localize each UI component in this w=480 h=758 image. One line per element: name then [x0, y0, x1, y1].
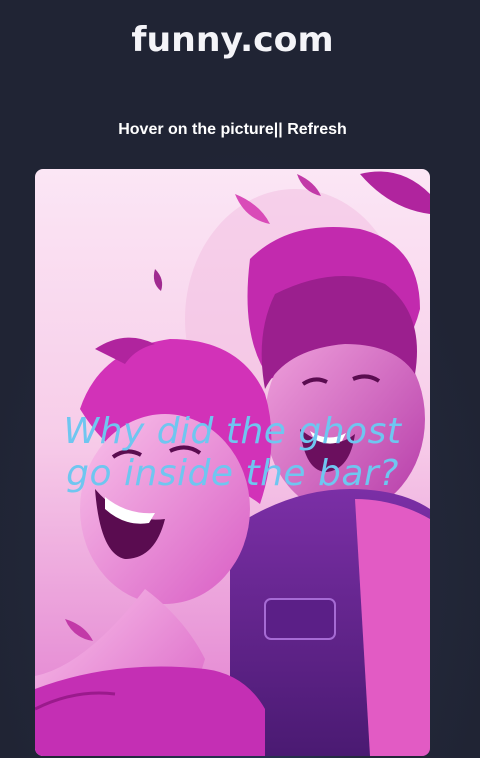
- refresh-link[interactable]: Refresh: [287, 121, 347, 138]
- instruction-bar: Hover on the picture|| Refresh: [0, 121, 465, 139]
- hover-hint: Hover on the picture||: [118, 121, 283, 138]
- page: funny.com Hover on the picture|| Refresh: [0, 0, 480, 758]
- joke-text: Why did the ghost go inside the bar?: [63, 411, 402, 494]
- joke-card[interactable]: Why did the ghost go inside the bar?: [35, 169, 430, 756]
- site-logo[interactable]: funny.com: [0, 20, 470, 60]
